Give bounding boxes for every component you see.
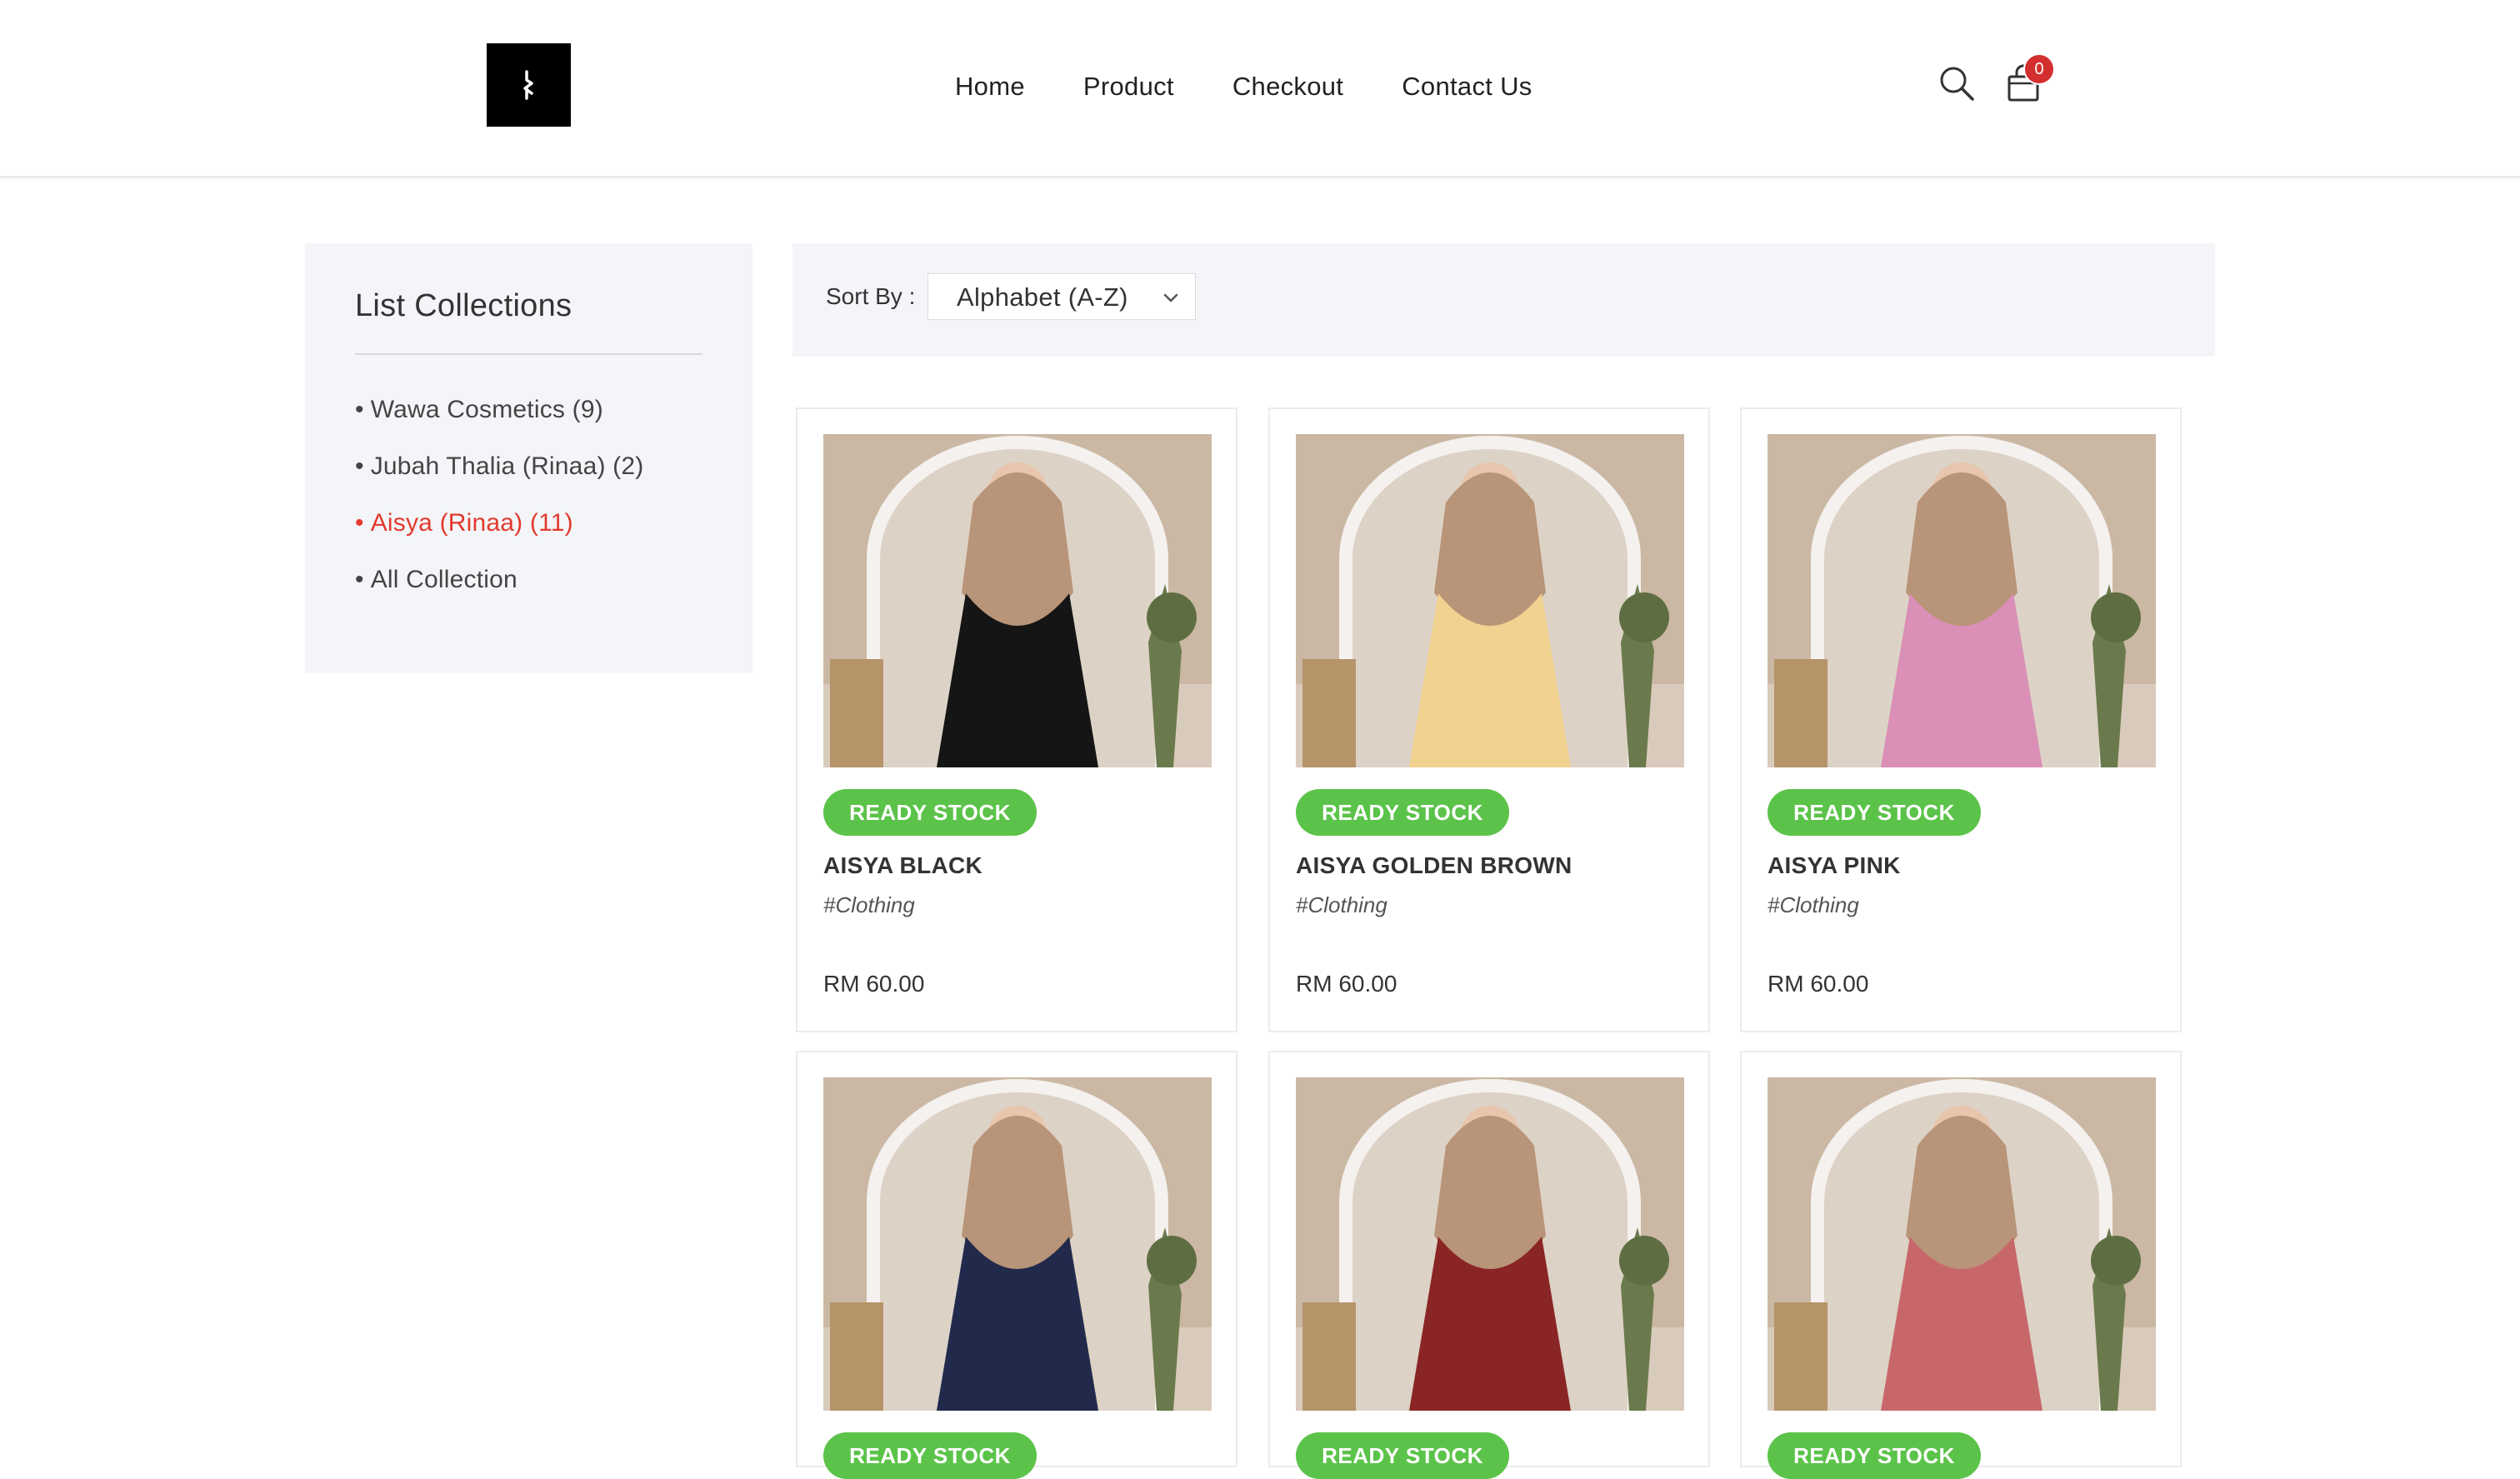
sort-bar: Sort By : Alphabet (A-Z) xyxy=(792,243,2215,357)
product-card[interactable]: READY STOCK AISYA GOLDEN BROWN #Clothing RM… xyxy=(1268,407,1710,1032)
site-header: Home Product Checkout Contact Us 0 xyxy=(0,0,2520,177)
product-price: RM 60.00 xyxy=(1768,971,1869,997)
product-image[interactable] xyxy=(823,1077,1212,1411)
nav-checkout[interactable]: Checkout xyxy=(1232,68,1343,105)
product-card[interactable]: READY STOCK xyxy=(796,1051,1238,1479)
collection-item-jubah-thalia[interactable]: • Jubah Thalia (Rinaa) (2) xyxy=(355,452,643,508)
search-icon[interactable] xyxy=(1938,65,1975,102)
product-name[interactable]: AISYA BLACK xyxy=(823,852,982,879)
main-nav: Home Product Checkout Contact Us xyxy=(955,68,1532,105)
product-card[interactable]: READY STOCK xyxy=(1268,1051,1710,1479)
product-price: RM 60.00 xyxy=(823,971,925,997)
cart-count-badge: 0 xyxy=(2023,53,2055,85)
nav-home[interactable]: Home xyxy=(955,68,1025,105)
collection-item-all[interactable]: • All Collection xyxy=(355,565,643,622)
stock-status-badge: READY STOCK xyxy=(1296,1432,1509,1479)
logo-mark-icon xyxy=(522,70,533,100)
stock-status-badge: READY STOCK xyxy=(1768,1432,1981,1479)
stock-status-badge: READY STOCK xyxy=(1296,789,1509,836)
sort-selected-value: Alphabet (A-Z) xyxy=(957,282,1128,312)
sort-select[interactable]: Alphabet (A-Z) xyxy=(928,273,1196,320)
sort-label: Sort By : xyxy=(826,283,916,309)
nav-contact-us[interactable]: Contact Us xyxy=(1402,68,1532,105)
nav-product[interactable]: Product xyxy=(1083,68,1174,105)
bullet: • xyxy=(355,566,364,593)
product-price: RM 60.00 xyxy=(1296,971,1398,997)
collection-label: Jubah Thalia (Rinaa) (2) xyxy=(370,452,644,480)
stock-status-badge: READY STOCK xyxy=(823,1432,1037,1479)
product-category: #Clothing xyxy=(1296,892,1388,917)
product-image[interactable] xyxy=(1768,1077,2156,1411)
sidebar-divider xyxy=(355,353,702,355)
stock-status-badge: READY STOCK xyxy=(823,789,1037,836)
stock-status-badge: READY STOCK xyxy=(1768,789,1981,836)
product-image[interactable] xyxy=(823,434,1212,767)
collection-label: Wawa Cosmetics (9) xyxy=(370,396,603,423)
collection-item-wawa-cosmetics[interactable]: • Wawa Cosmetics (9) xyxy=(355,395,643,452)
bullet: • xyxy=(355,509,364,537)
bullet: • xyxy=(355,452,364,480)
product-category: #Clothing xyxy=(823,892,915,917)
product-card[interactable]: READY STOCK AISYA PINK #Clothing RM 60.00 xyxy=(1740,407,2182,1032)
product-image[interactable] xyxy=(1296,1077,1684,1411)
collection-label: Aisya (Rinaa) (11) xyxy=(370,509,573,537)
product-name[interactable]: AISYA GOLDEN BROWN xyxy=(1296,852,1572,879)
product-name[interactable]: AISYA PINK xyxy=(1768,852,1901,879)
product-category: #Clothing xyxy=(1768,892,1859,917)
collection-list: • Wawa Cosmetics (9) • Jubah Thalia (Rinaa… xyxy=(355,395,643,622)
collection-item-aisya[interactable]: • Aisya (Rinaa) (11) xyxy=(355,508,643,565)
product-card[interactable]: READY STOCK AISYA BLACK #Clothing RM 60.00 xyxy=(796,407,1238,1032)
sidebar-title: List Collections xyxy=(355,288,572,323)
collections-sidebar: List Collections • Wawa Cosmetics (9) • Ju… xyxy=(305,243,752,673)
chevron-down-icon xyxy=(1163,293,1178,302)
collection-label: All Collection xyxy=(370,566,518,593)
product-image[interactable] xyxy=(1768,434,2156,767)
bullet: • xyxy=(355,396,364,423)
product-image[interactable] xyxy=(1296,434,1684,767)
brand-logo[interactable] xyxy=(487,43,571,127)
product-card[interactable]: READY STOCK xyxy=(1740,1051,2182,1479)
